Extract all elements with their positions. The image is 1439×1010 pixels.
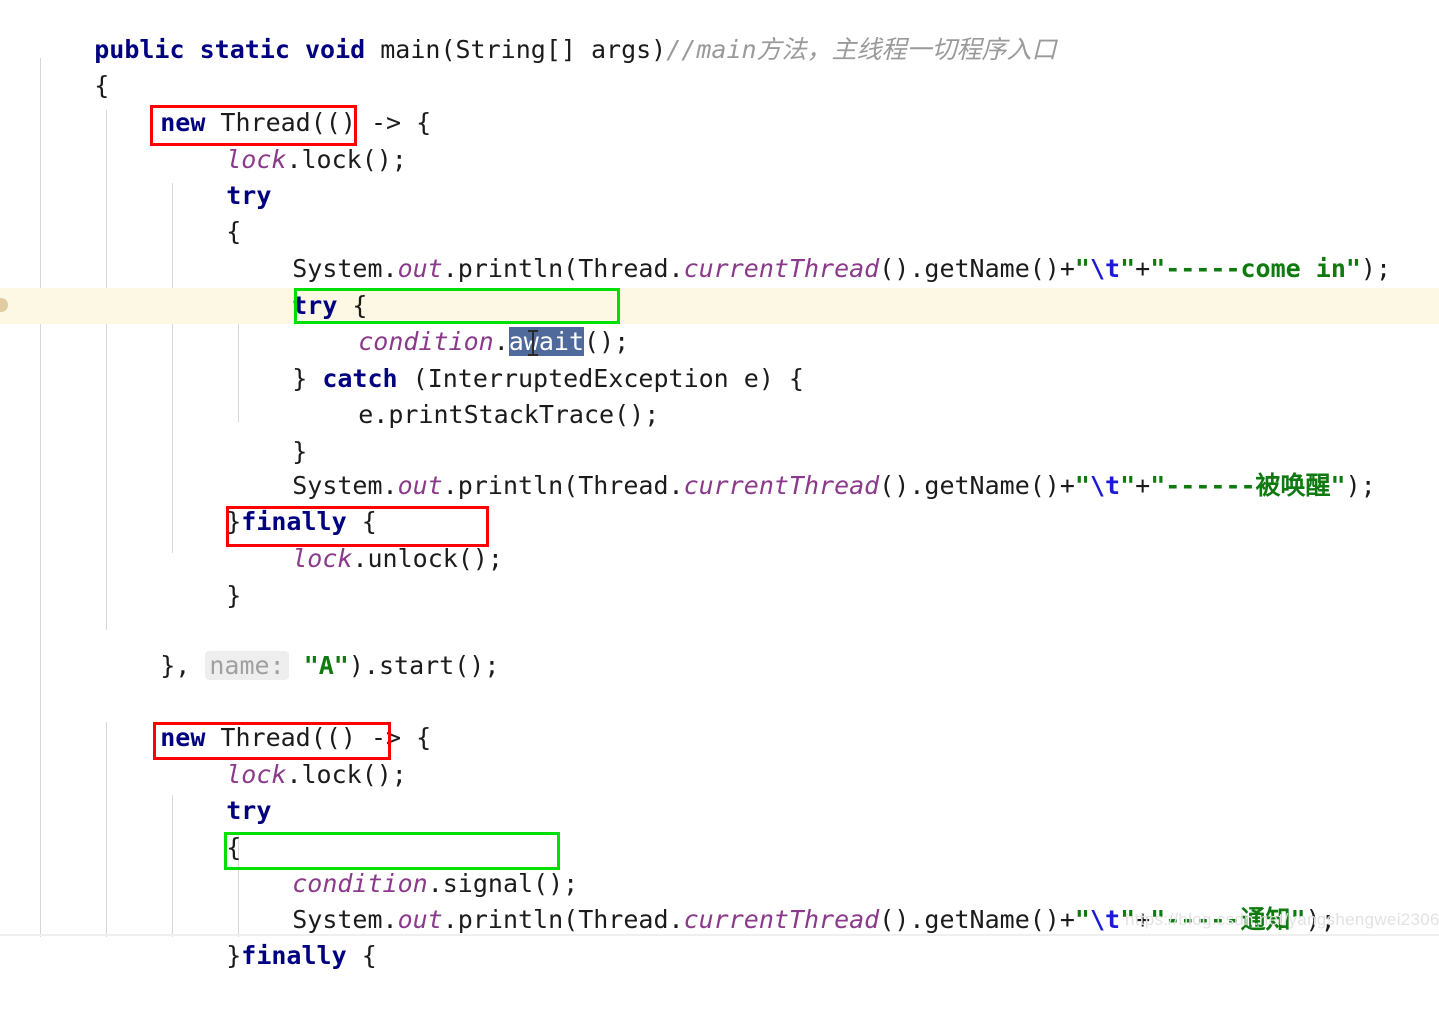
bottom-rule (0, 934, 1439, 936)
token-string: "A" (303, 651, 349, 680)
token-keyword: finally (241, 941, 347, 970)
code-line: System.out.println(Thread.currentThread(… (292, 471, 1376, 500)
code-line: condition.await(); (358, 327, 630, 356)
watermark: https://blog.csdn.net/yangshengwei230612 (1125, 910, 1439, 929)
code-line: lock.unlock(); (292, 544, 503, 573)
code-line: { (226, 833, 242, 862)
code-line: try (0, 757, 1439, 825)
code-line: condition.signal(); (292, 869, 579, 898)
code-line: } (292, 437, 308, 466)
mouse-ibeam-cursor (527, 330, 538, 356)
code-line: e.printStackTrace(); (358, 400, 660, 429)
code-editor[interactable]: public static void main(String[] args)//… (0, 0, 1439, 970)
code-line: } catch (InterruptedException e) { (292, 364, 804, 393)
code-line: }finally { (226, 507, 377, 536)
code-line: } (226, 581, 242, 610)
code-line: }, name: "A").start(); (160, 651, 500, 680)
code-line: { (226, 217, 242, 246)
code-line: System.out.println(Thread.currentThread(… (292, 254, 1392, 283)
parameter-hint-name: name: (205, 651, 289, 680)
code-line: { (94, 71, 110, 100)
code-line: try { (292, 291, 368, 320)
code-line: new Thread(() -> { (160, 108, 432, 137)
code-line: lock.lock(); (226, 760, 407, 789)
code-line: System.out.println(Thread.currentThread(… (292, 905, 1336, 934)
code-line: new Thread(() -> { (160, 723, 432, 752)
code-line: public static void main(String[] args)//… (0, 0, 1439, 64)
code-line: lock.lock(); (226, 145, 407, 174)
code-line: try (0, 142, 1439, 210)
